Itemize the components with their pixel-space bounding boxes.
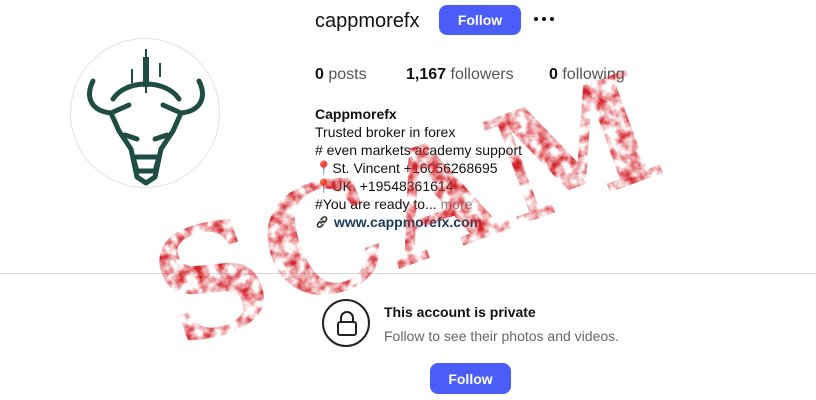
- posts-count: 0: [315, 66, 324, 83]
- bio-line-2: # even markets academy support: [315, 142, 522, 158]
- stat-following[interactable]: 0 following: [549, 65, 625, 85]
- bio-line-3: 📍St. Vincent +16056268695: [315, 160, 498, 176]
- bio-line-5: #You are ready to... more: [315, 195, 472, 213]
- bio-name: Cappmorefx: [315, 106, 397, 122]
- profile-username: cappmorefx: [315, 10, 420, 32]
- stat-posts: 0 posts: [315, 65, 367, 85]
- follow-button-secondary[interactable]: Follow: [430, 363, 511, 394]
- bio-website-link[interactable]: www.cappmorefx.com: [315, 213, 482, 231]
- following-label: following: [562, 66, 625, 83]
- bio-line-4: 📍UK. +19548361614: [315, 178, 454, 194]
- bio-website-text: www.cappmorefx.com: [334, 214, 483, 230]
- private-account-subtitle: Follow to see their photos and videos.: [384, 328, 620, 344]
- bio-line-1: Trusted broker in forex: [315, 124, 456, 140]
- following-count: 0: [549, 66, 558, 83]
- followers-count: 1,167: [406, 66, 447, 83]
- profile-avatar[interactable]: [70, 38, 220, 188]
- private-account-title: This account is private: [384, 304, 536, 320]
- bio-more-link[interactable]: more: [441, 196, 473, 212]
- bio-line-5-text: #You are ready to...: [315, 196, 441, 212]
- section-divider: [0, 273, 816, 274]
- follow-button[interactable]: Follow: [439, 5, 521, 35]
- link-icon: [316, 216, 328, 228]
- bull-logo-icon: [87, 49, 205, 186]
- followers-label: followers: [450, 66, 514, 83]
- posts-label: posts: [328, 66, 367, 83]
- stat-followers[interactable]: 1,167 followers: [406, 65, 514, 85]
- lock-icon: [322, 299, 370, 347]
- more-options-icon[interactable]: [534, 11, 556, 27]
